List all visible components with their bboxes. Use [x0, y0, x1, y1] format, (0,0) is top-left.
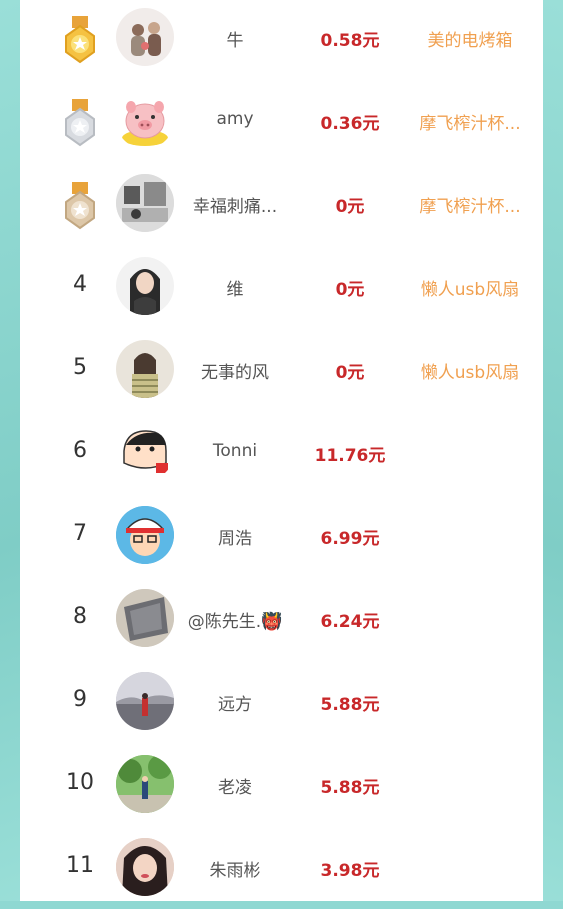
amount-value: 5.88元	[320, 695, 380, 715]
leaderboard-row-2[interactable]: amy 0.36元 摩飞榨汁杯...	[20, 79, 543, 162]
user-name: 远方	[218, 695, 252, 715]
bronze-medal-icon	[58, 182, 102, 230]
prize-label: 懒人usb风扇	[420, 363, 520, 383]
user-name: 无事的风	[201, 363, 269, 383]
amount-value: 0元	[335, 280, 365, 300]
user-name: 幸福刺痛...	[192, 197, 278, 217]
user-name: amy	[216, 109, 254, 129]
leaderboard-row-10[interactable]: 10 老凌 5.88元	[20, 743, 543, 826]
amount-value: 6.24元	[320, 612, 380, 632]
user-name: @陈先生.👹	[187, 612, 283, 632]
avatar	[116, 8, 174, 66]
rank-number: 4	[73, 272, 87, 297]
amount-value: 0元	[335, 197, 365, 217]
gold-medal-icon	[58, 16, 102, 64]
avatar	[116, 672, 174, 730]
amount-value: 3.98元	[320, 861, 380, 881]
leaderboard-row-9[interactable]: 9 远方 5.88元	[20, 660, 543, 743]
rank-number: 5	[73, 355, 87, 380]
leaderboard-row-7[interactable]: 7 周浩 6.99元	[20, 494, 543, 577]
prize-label: 美的电烤箱	[427, 31, 513, 51]
rank-number: 10	[66, 770, 94, 795]
rank-number: 7	[73, 521, 87, 546]
silver-medal-icon	[58, 99, 102, 147]
prize-label: 摩飞榨汁杯...	[419, 114, 521, 134]
leaderboard-panel: 牛 0.58元 美的电烤箱 amy 0.36元 摩飞榨汁杯... 幸福刺痛...…	[20, 0, 543, 901]
prize-label: 摩飞榨汁杯...	[419, 197, 521, 217]
leaderboard-row-8[interactable]: 8 @陈先生.👹 6.24元	[20, 577, 543, 660]
avatar	[116, 589, 174, 647]
prize-label: 懒人usb风扇	[420, 280, 520, 300]
amount-value: 0.36元	[320, 114, 380, 134]
avatar	[116, 91, 174, 149]
avatar	[116, 257, 174, 315]
user-name: 周浩	[218, 529, 252, 549]
amount-value: 0.58元	[320, 31, 380, 51]
rank-number: 8	[73, 604, 87, 629]
leaderboard-row-11[interactable]: 11 朱雨彬 3.98元	[20, 826, 543, 909]
amount-value: 5.88元	[320, 778, 380, 798]
rank-number: 9	[73, 687, 87, 712]
user-name: Tonni	[212, 441, 258, 461]
leaderboard-row-5[interactable]: 5 无事的风 0元 懒人usb风扇	[20, 328, 543, 411]
leaderboard-row-1[interactable]: 牛 0.58元 美的电烤箱	[20, 0, 543, 79]
leaderboard-row-4[interactable]: 4 维 0元 懒人usb风扇	[20, 245, 543, 328]
rank-number: 6	[73, 438, 87, 463]
leaderboard-row-6[interactable]: 6 Tonni 11.76元	[20, 411, 543, 494]
amount-value: 6.99元	[320, 529, 380, 549]
avatar	[116, 340, 174, 398]
avatar	[116, 174, 174, 232]
leaderboard-row-3[interactable]: 幸福刺痛... 0元 摩飞榨汁杯...	[20, 162, 543, 245]
amount-value: 0元	[335, 363, 365, 383]
user-name: 维	[226, 280, 244, 300]
user-name: 朱雨彬	[209, 861, 261, 881]
user-name: 牛	[226, 31, 244, 51]
avatar	[116, 755, 174, 813]
rank-number: 11	[66, 853, 94, 878]
user-name: 老凌	[218, 778, 252, 798]
avatar	[116, 423, 174, 481]
avatar	[116, 838, 174, 896]
avatar	[116, 506, 174, 564]
amount-value: 11.76元	[314, 446, 386, 466]
